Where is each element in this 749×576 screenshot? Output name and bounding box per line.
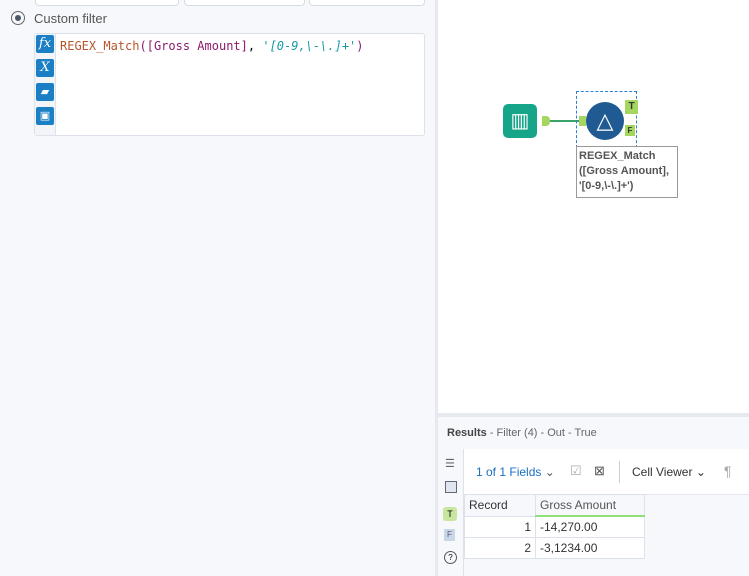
results-panel: Results - Filter (4) - Out - True ☰ T F … — [438, 417, 749, 576]
results-toolbar: 1 of 1 Fields ⌄ ☑ ⊠ Cell Viewer ⌄ ¶ — [464, 449, 749, 495]
deselect-all-icon[interactable]: ⊠ — [594, 463, 605, 479]
option-button[interactable] — [35, 0, 179, 6]
function-icon[interactable]: fx — [36, 35, 54, 53]
code-function: REGEX_Match — [60, 39, 140, 53]
table-row[interactable]: 2 -3,1234.00 — [464, 537, 645, 559]
variable-icon[interactable]: X — [36, 59, 54, 77]
record-cell: 1 — [464, 515, 536, 538]
tool-annotation: REGEX_Match ([Gross Amount], '[0-9,\-\.]… — [576, 146, 678, 198]
input-anchor — [579, 116, 586, 126]
results-header: Results - Filter (4) - Out - True — [447, 427, 597, 439]
option-button[interactable] — [184, 0, 305, 6]
gross-amount-cell[interactable]: -3,1234.00 — [535, 537, 645, 559]
expression-editor[interactable]: fx X ▰ ▣ REGEX_Match([Gross Amount], '[0… — [34, 33, 425, 136]
open-folder-icon[interactable]: ▰ — [36, 83, 54, 101]
results-title: Results — [447, 427, 487, 439]
column-header-record[interactable]: Record — [464, 494, 536, 517]
results-sidebar: ☰ T F ? — [438, 449, 464, 576]
save-icon[interactable]: ▣ — [36, 107, 54, 125]
metadata-icon[interactable] — [445, 481, 457, 493]
results-subtitle: - Filter (4) - Out - True — [486, 427, 597, 439]
expression-text[interactable]: REGEX_Match([Gross Amount], '[0-9,\-\.]+… — [60, 39, 364, 53]
results-table: Record Gross Amount 1 -14,270.00 2 -3,12… — [464, 494, 645, 559]
custom-filter-radio[interactable] — [11, 11, 25, 25]
code-string: '[0-9,\-\.]+' — [262, 39, 357, 53]
column-header-gross-amount[interactable]: Gross Amount — [535, 494, 645, 517]
cell-viewer-label: Cell Viewer — [632, 465, 693, 479]
help-icon[interactable]: ? — [444, 551, 457, 564]
cell-viewer-dropdown[interactable]: Cell Viewer ⌄ — [632, 465, 706, 479]
filter-tool-icon[interactable]: △ — [586, 102, 624, 140]
fields-selector-label: 1 of 1 Fields — [476, 465, 542, 479]
record-cell: 2 — [464, 537, 536, 559]
table-header: Record Gross Amount — [464, 494, 645, 517]
code-paren: ) — [356, 39, 364, 53]
code-paren: ( — [139, 39, 147, 53]
table-row[interactable]: 1 -14,270.00 — [464, 515, 645, 538]
chevron-down-icon: ⌄ — [695, 465, 706, 479]
select-all-icon[interactable]: ☑ — [570, 463, 582, 479]
true-output-tab[interactable]: T — [443, 507, 457, 521]
code-bracket: [ — [146, 39, 154, 53]
input-tool-icon[interactable]: ▥ — [503, 104, 537, 138]
true-anchor[interactable]: T — [625, 100, 638, 114]
configuration-panel: Custom filter fx X ▰ ▣ REGEX_Match([Gros… — [0, 0, 435, 576]
false-anchor[interactable]: F — [625, 125, 635, 136]
code-field: Gross Amount — [153, 39, 241, 53]
gross-amount-cell[interactable]: -14,270.00 — [535, 515, 645, 538]
toolbar-divider — [619, 461, 620, 483]
editor-toolbar: fx X ▰ ▣ — [35, 34, 56, 135]
option-button[interactable] — [309, 0, 425, 6]
workflow-canvas[interactable]: ▥ △ T F REGEX_Match ([Gross Amount], '[0… — [438, 0, 749, 413]
chevron-down-icon: ⌄ — [544, 465, 555, 479]
custom-filter-label: Custom filter — [34, 11, 107, 26]
code-bracket: ] — [240, 39, 248, 53]
output-anchor[interactable] — [542, 116, 550, 126]
code-separator: , — [247, 39, 263, 53]
false-output-tab[interactable]: F — [444, 529, 455, 541]
list-icon[interactable]: ☰ — [445, 457, 455, 470]
fields-selector[interactable]: 1 of 1 Fields ⌄ — [476, 465, 555, 479]
pilcrow-icon[interactable]: ¶ — [724, 463, 732, 479]
